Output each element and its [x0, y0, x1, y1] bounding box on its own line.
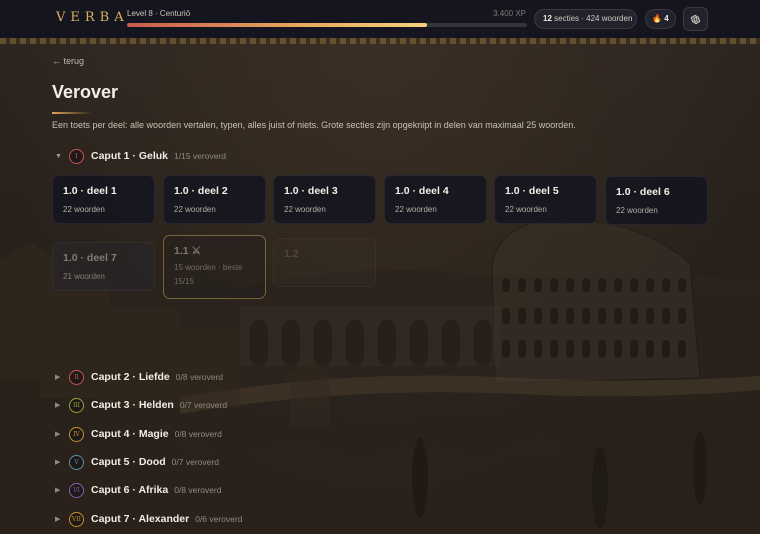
chapter-numeral: III — [69, 397, 84, 413]
chapter-title: Caput 2 · Liefde — [91, 371, 170, 383]
section-card-9[interactable]: 1.2 — [273, 238, 376, 287]
streak-count: 4 — [664, 14, 669, 23]
caret-right-icon: ▶ — [55, 431, 61, 438]
section-title: 1.0 · deel 3 — [284, 185, 338, 197]
app-logo[interactable]: VERBA — [56, 10, 129, 25]
main-content: ← terug Verover Een toets per deel: alle… — [0, 0, 760, 534]
section-best-score: 15/15 — [174, 277, 195, 286]
level-label: Level 8 · Centuriō — [127, 9, 191, 18]
back-link[interactable]: ← terug — [52, 56, 84, 66]
section-word-count: 21 woorden — [63, 272, 105, 281]
section-title: 1.0 · deel 5 — [505, 185, 559, 197]
section-title: 1.0 · deel 1 — [63, 185, 117, 197]
chapter-progress: 0/6 veroverd — [195, 514, 243, 524]
sections-summary-pill[interactable]: 12 secties · 424 woorden — [534, 9, 637, 29]
chapter-title: Caput 1 · Geluk — [91, 150, 169, 162]
section-title: 1.0 · deel 2 — [174, 185, 228, 197]
chapter-numeral: I — [69, 148, 84, 164]
chapter-row-1[interactable]: ▼ I Caput 1 · Geluk 1/15 veroverd — [55, 148, 226, 164]
meander-border — [0, 38, 760, 44]
section-word-count: 22 woorden — [616, 206, 658, 215]
streak-pill[interactable]: 🔥 4 — [645, 9, 676, 29]
caret-right-icon: ▶ — [55, 516, 61, 523]
section-card-conquered[interactable]: 1.1 ⚔ 15 woorden · beste 15/15 — [163, 235, 266, 299]
page-title: Verover — [52, 82, 119, 102]
section-title: 1.2 — [284, 248, 299, 260]
section-card-3[interactable]: 1.0 · deel 3 22 woorden — [273, 175, 376, 224]
gear-icon — [690, 14, 701, 24]
chapter-title: Caput 3 · Helden — [91, 399, 174, 411]
caret-right-icon: ▶ — [55, 374, 61, 381]
chapter-row-5[interactable]: ▶ V Caput 5 · Dood 0/7 veroverd — [55, 454, 219, 470]
section-card-7[interactable]: 1.0 · deel 7 21 woorden — [52, 242, 155, 291]
caret-right-icon: ▶ — [55, 487, 61, 494]
top-bar: VERBA Level 8 · Centuriō 3.400 XP 12 sec… — [0, 0, 760, 38]
xp-label: 3.400 XP — [493, 9, 526, 18]
section-card-2[interactable]: 1.0 · deel 2 22 woorden — [163, 175, 266, 224]
section-word-count: 22 woorden — [395, 205, 437, 214]
section-word-count: 15 woorden · beste — [174, 263, 243, 272]
title-underline — [52, 112, 92, 114]
chapter-title: Caput 6 · Afrika — [91, 484, 169, 496]
section-card-6[interactable]: 1.0 · deel 6 22 woorden — [605, 176, 708, 225]
section-word-count: 22 woorden — [284, 205, 326, 214]
chapter-progress: 0/8 veroverd — [174, 429, 222, 439]
chapter-row-2[interactable]: ▶ II Caput 2 · Liefde 0/8 veroverd — [55, 369, 223, 385]
caret-right-icon: ▶ — [55, 459, 61, 466]
page-description: Een toets per deel: alle woorden vertale… — [52, 120, 576, 130]
caret-right-icon: ▶ — [55, 402, 61, 409]
section-card-5[interactable]: 1.0 · deel 5 22 woorden — [494, 175, 597, 224]
settings-button[interactable] — [683, 7, 708, 31]
chapter-title: Caput 7 · Alexander — [91, 513, 190, 525]
chapter-row-4[interactable]: ▶ IV Caput 4 · Magie 0/8 veroverd — [55, 426, 222, 442]
chapter-numeral: VII — [69, 511, 84, 527]
chapter-progress: 1/15 veroverd — [174, 151, 226, 161]
section-word-count: 22 woorden — [505, 205, 547, 214]
caret-down-icon: ▼ — [55, 152, 62, 160]
chapter-title: Caput 4 · Magie — [91, 428, 169, 440]
chapter-numeral: V — [69, 454, 84, 470]
chapter-row-3[interactable]: ▶ III Caput 3 · Helden 0/7 veroverd — [55, 397, 227, 413]
section-word-count: 22 woorden — [63, 205, 105, 214]
xp-progress-fill — [127, 23, 427, 27]
chapter-title: Caput 5 · Dood — [91, 456, 166, 468]
section-title: 1.0 · deel 4 — [395, 185, 449, 197]
chapter-row-7[interactable]: ▶ VII Caput 7 · Alexander 0/6 veroverd — [55, 511, 242, 527]
sections-count: 12 — [543, 14, 552, 23]
chapter-row-6[interactable]: ▶ VI Caput 6 · Afrika 0/8 veroverd — [55, 482, 221, 498]
chapter-numeral: IV — [69, 426, 84, 442]
chapter-progress: 0/8 veroverd — [175, 372, 224, 382]
section-card-4[interactable]: 1.0 · deel 4 22 woorden — [384, 175, 487, 224]
section-title: 1.0 · deel 7 — [63, 252, 117, 264]
chapter-progress: 0/8 veroverd — [174, 485, 222, 495]
section-card-1[interactable]: 1.0 · deel 1 22 woorden — [52, 175, 155, 224]
chapter-numeral: II — [69, 369, 84, 385]
xp-progress-bar — [127, 23, 527, 27]
chapter-progress: 0/7 veroverd — [171, 457, 219, 467]
section-word-count: 22 woorden — [174, 205, 216, 214]
chapter-numeral: VI — [69, 482, 84, 498]
section-title: 1.1 ⚔ — [174, 245, 201, 257]
flame-icon: 🔥 — [652, 14, 662, 23]
section-title: 1.0 · deel 6 — [616, 186, 670, 198]
chapter-progress: 0/7 veroverd — [179, 400, 228, 410]
sections-text: secties · 424 woorden — [554, 14, 633, 23]
